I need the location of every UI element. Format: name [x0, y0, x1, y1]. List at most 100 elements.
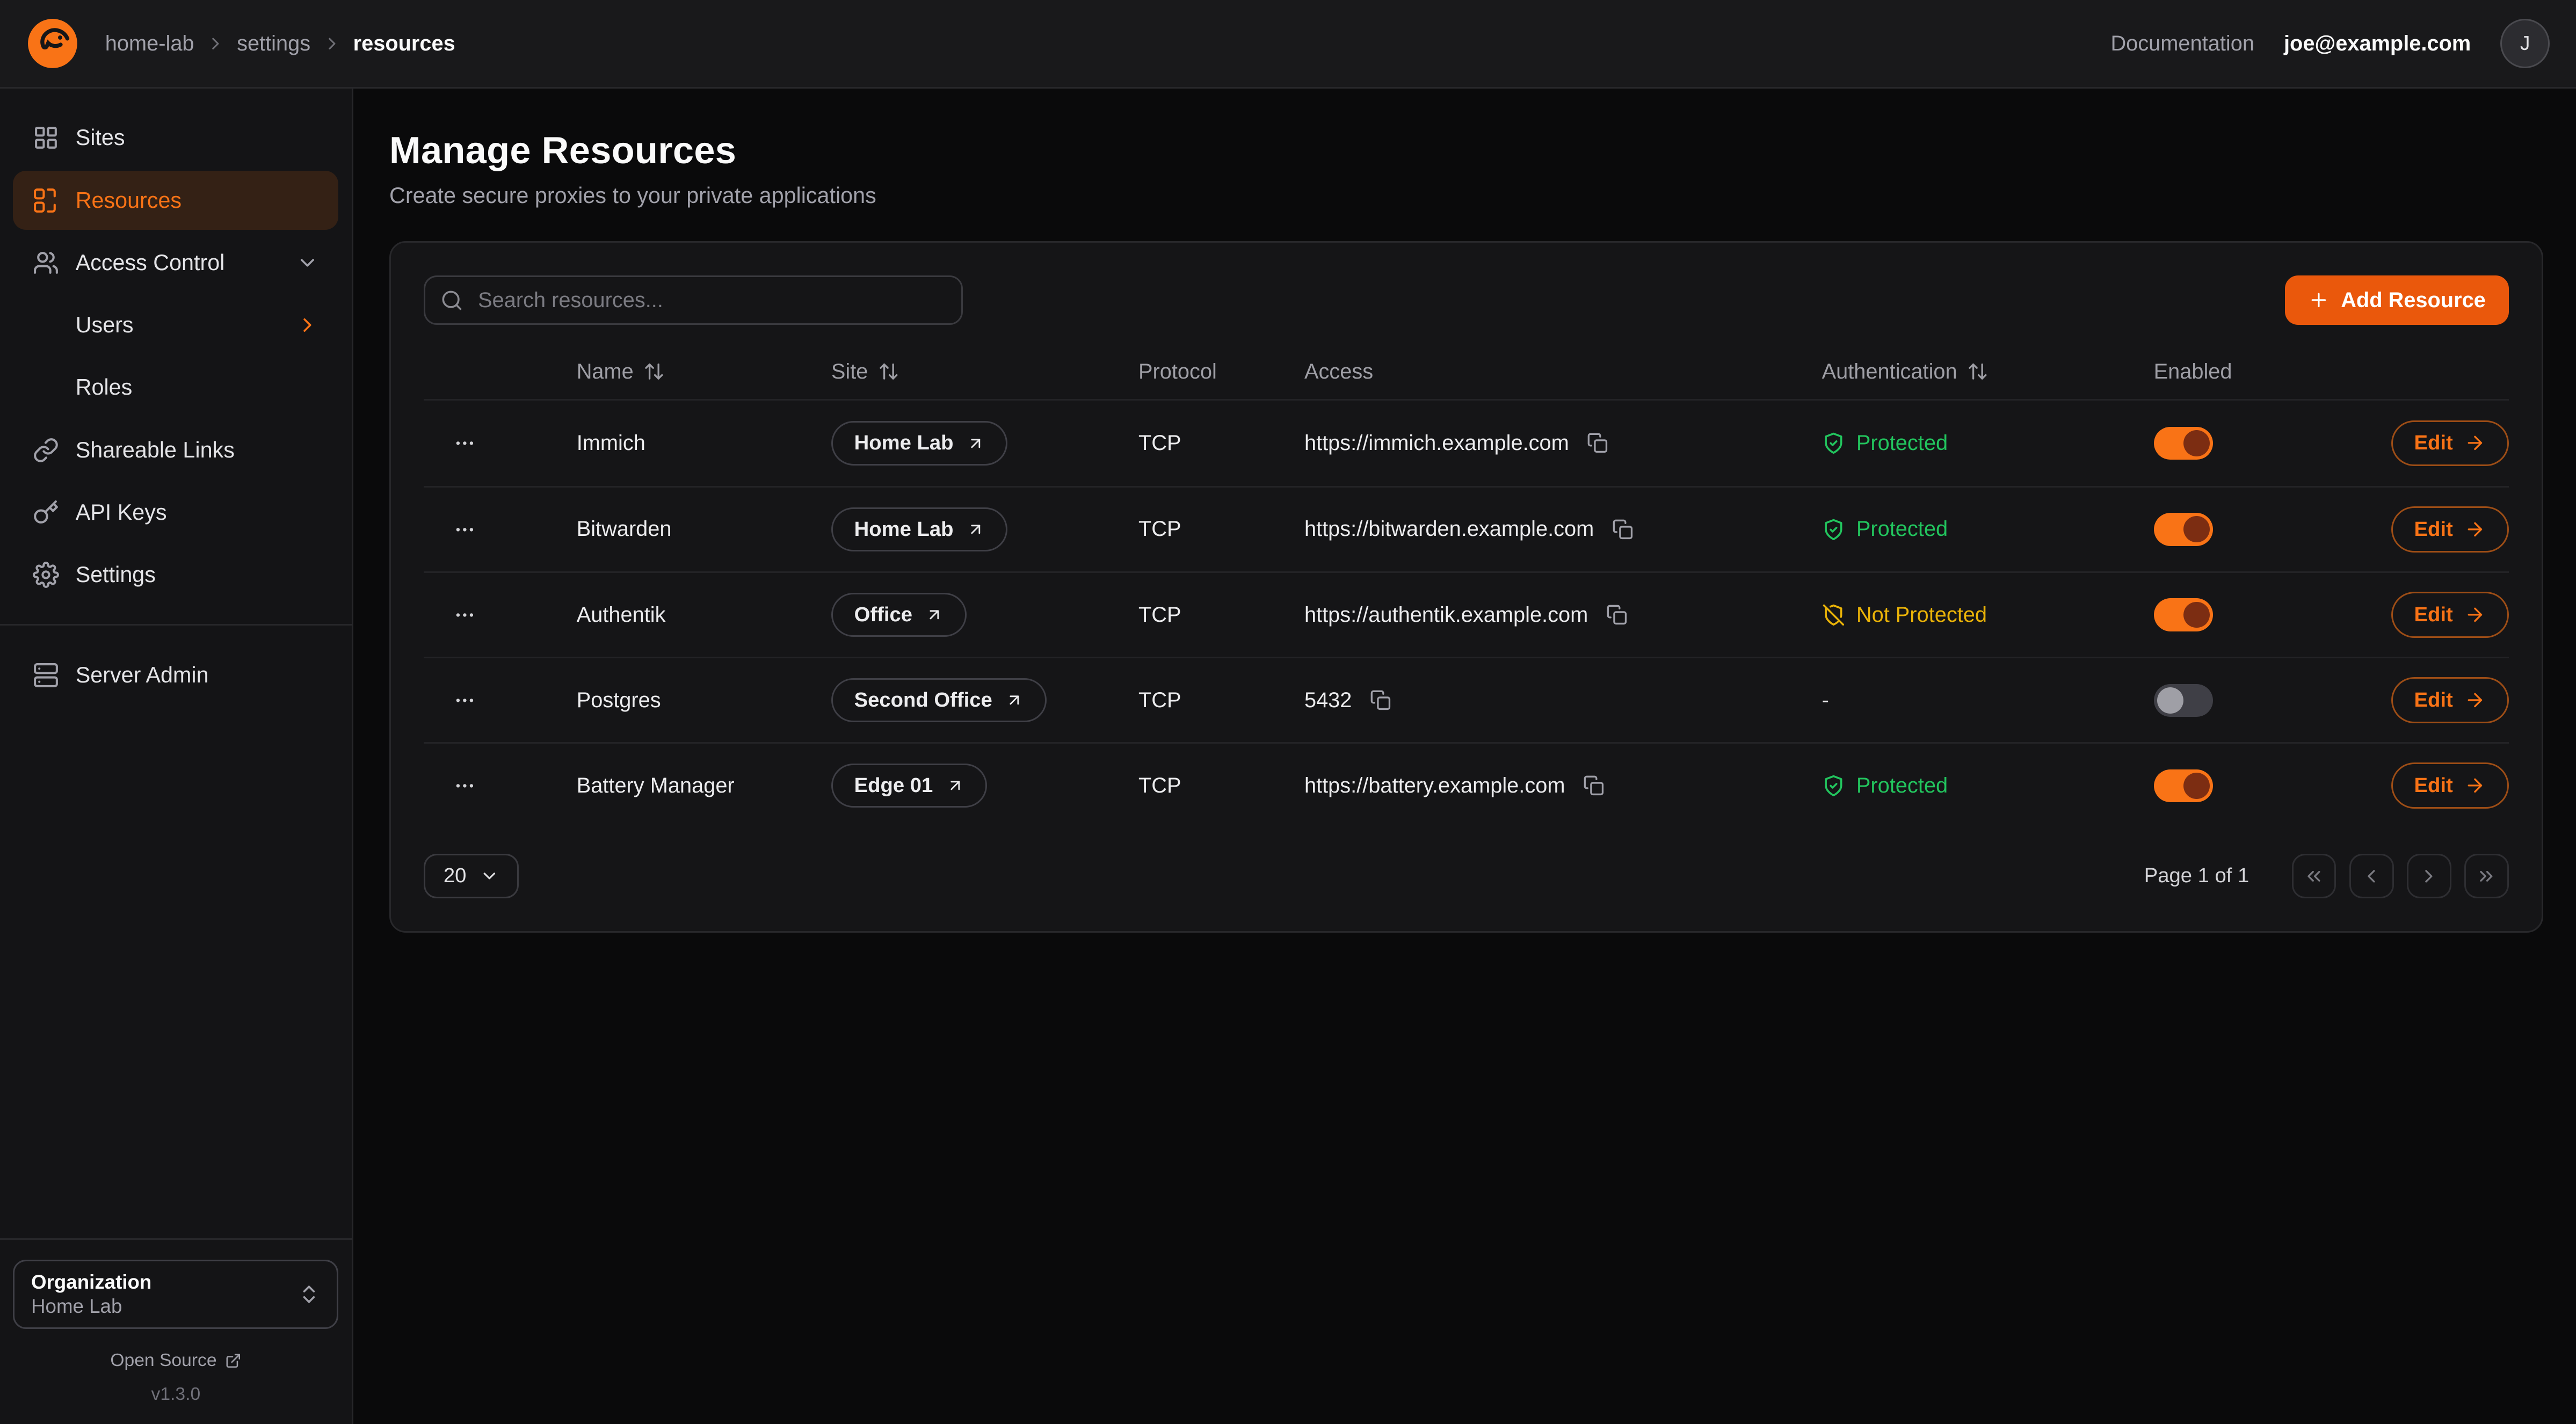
gear-icon — [33, 562, 59, 588]
column-header-site[interactable]: Site — [831, 360, 1138, 384]
enabled-toggle[interactable] — [2154, 513, 2213, 546]
authentication-status: Not Protected — [1822, 603, 2154, 627]
enabled-toggle[interactable] — [2154, 769, 2213, 802]
arrow-up-right-icon — [925, 606, 944, 624]
documentation-link[interactable]: Documentation — [2110, 32, 2254, 56]
sidebar-item-shareable-links[interactable]: Shareable Links — [13, 420, 338, 479]
copy-button[interactable] — [1367, 686, 1395, 714]
search-input[interactable] — [424, 275, 962, 325]
authentication-label: Protected — [1856, 517, 1948, 541]
add-resource-button[interactable]: Add Resource — [2285, 275, 2508, 325]
edit-button[interactable]: Edit — [2391, 420, 2509, 467]
edit-button[interactable]: Edit — [2391, 592, 2509, 638]
sidebar-item-access-control[interactable]: Access Control — [13, 233, 338, 292]
breadcrumb-item-resources: resources — [353, 32, 455, 56]
first-page-button[interactable] — [2292, 854, 2336, 898]
sidebar-item-settings[interactable]: Settings — [13, 546, 338, 605]
column-header-label: Name — [577, 360, 634, 384]
sort-icon[interactable] — [1967, 361, 1989, 382]
sidebar-item-label: Shareable Links — [76, 438, 235, 463]
sidebar-item-label: API Keys — [76, 500, 167, 525]
enabled-toggle[interactable] — [2154, 427, 2213, 460]
arrow-up-right-icon — [1005, 691, 1024, 709]
shield-check-icon — [1822, 518, 1845, 541]
chevron-right-icon — [296, 314, 319, 337]
protocol-value: TCP — [1138, 517, 1304, 541]
organization-selector[interactable]: Organization Home Lab — [13, 1260, 338, 1329]
table-row: Immich Home Lab TCP https://immich.examp… — [424, 401, 2508, 486]
breadcrumb-item-home-lab[interactable]: home-lab — [105, 32, 194, 56]
copy-button[interactable] — [1609, 515, 1637, 543]
breadcrumb: home-lab settings resources — [105, 32, 455, 56]
site-name: Second Office — [854, 688, 992, 712]
breadcrumb-item-settings[interactable]: settings — [237, 32, 310, 56]
edit-label: Edit — [2414, 774, 2452, 797]
next-page-button[interactable] — [2407, 854, 2451, 898]
protocol-value: TCP — [1138, 774, 1304, 798]
site-name: Edge 01 — [854, 774, 933, 797]
external-link-icon — [225, 1353, 242, 1369]
edit-button[interactable]: Edit — [2391, 506, 2509, 553]
shield-check-icon — [1822, 432, 1845, 455]
edit-button[interactable]: Edit — [2391, 677, 2509, 723]
authentication-status: Protected — [1822, 431, 2154, 455]
chevron-down-icon — [480, 866, 499, 886]
access-url: 5432 — [1304, 688, 1352, 713]
organization-texts: Organization Home Lab — [31, 1271, 284, 1318]
toggle-knob — [2183, 773, 2210, 799]
arrow-up-right-icon — [967, 520, 985, 539]
enabled-toggle[interactable] — [2154, 598, 2213, 631]
user-email[interactable]: joe@example.com — [2284, 32, 2471, 56]
sidebar-item-label: Resources — [76, 188, 182, 213]
row-menu-button[interactable] — [444, 511, 487, 547]
protocol-value: TCP — [1138, 603, 1304, 627]
site-link-button[interactable]: Home Lab — [831, 421, 1007, 466]
column-header-label: Site — [831, 360, 868, 384]
site-link-button[interactable]: Office — [831, 593, 967, 637]
arrow-right-icon — [2464, 689, 2486, 711]
resource-name: Battery Manager — [577, 774, 831, 798]
sort-icon[interactable] — [878, 361, 899, 382]
open-source-label: Open Source — [110, 1350, 216, 1371]
resource-name: Immich — [577, 431, 831, 455]
row-menu-button[interactable] — [444, 425, 487, 461]
site-name: Office — [854, 603, 912, 627]
app-logo[interactable] — [26, 17, 79, 70]
row-menu-button[interactable] — [444, 597, 487, 633]
avatar[interactable]: J — [2500, 19, 2550, 68]
site-link-button[interactable]: Home Lab — [831, 507, 1007, 552]
enabled-toggle[interactable] — [2154, 684, 2213, 717]
arrow-up-right-icon — [967, 434, 985, 453]
sidebar-divider — [0, 624, 352, 626]
sidebar-item-sites[interactable]: Sites — [13, 108, 338, 168]
column-header-name[interactable]: Name — [577, 360, 831, 384]
topbar: home-lab settings resources Documentatio… — [0, 0, 2576, 89]
page-size-select[interactable]: 20 — [424, 854, 519, 898]
ellipsis-icon — [453, 604, 476, 627]
row-menu-button[interactable] — [444, 768, 487, 804]
sidebar-item-users[interactable]: Users — [13, 296, 338, 355]
authentication-label: Not Protected — [1856, 603, 1987, 627]
toggle-knob — [2157, 687, 2183, 714]
copy-button[interactable] — [1584, 429, 1612, 457]
ellipsis-icon — [453, 689, 476, 712]
row-menu-button[interactable] — [444, 682, 487, 718]
edit-button[interactable]: Edit — [2391, 762, 2509, 809]
last-page-button[interactable] — [2464, 854, 2509, 898]
edit-label: Edit — [2414, 688, 2452, 712]
copy-button[interactable] — [1580, 772, 1608, 800]
site-link-button[interactable]: Edge 01 — [831, 764, 987, 808]
topbar-right: Documentation joe@example.com J — [2110, 19, 2550, 68]
previous-page-button[interactable] — [2349, 854, 2394, 898]
protocol-value: TCP — [1138, 431, 1304, 455]
sidebar-item-resources[interactable]: Resources — [13, 171, 338, 230]
site-link-button[interactable]: Second Office — [831, 678, 1047, 723]
open-source-link[interactable]: Open Source — [13, 1350, 338, 1371]
authentication-status: Protected — [1822, 774, 2154, 798]
column-header-authentication[interactable]: Authentication — [1822, 360, 2154, 384]
sidebar-item-server-admin[interactable]: Server Admin — [13, 645, 338, 704]
sidebar-item-roles[interactable]: Roles — [13, 358, 338, 417]
sort-icon[interactable] — [643, 361, 665, 382]
copy-button[interactable] — [1603, 601, 1631, 629]
sidebar-item-api-keys[interactable]: API Keys — [13, 483, 338, 542]
